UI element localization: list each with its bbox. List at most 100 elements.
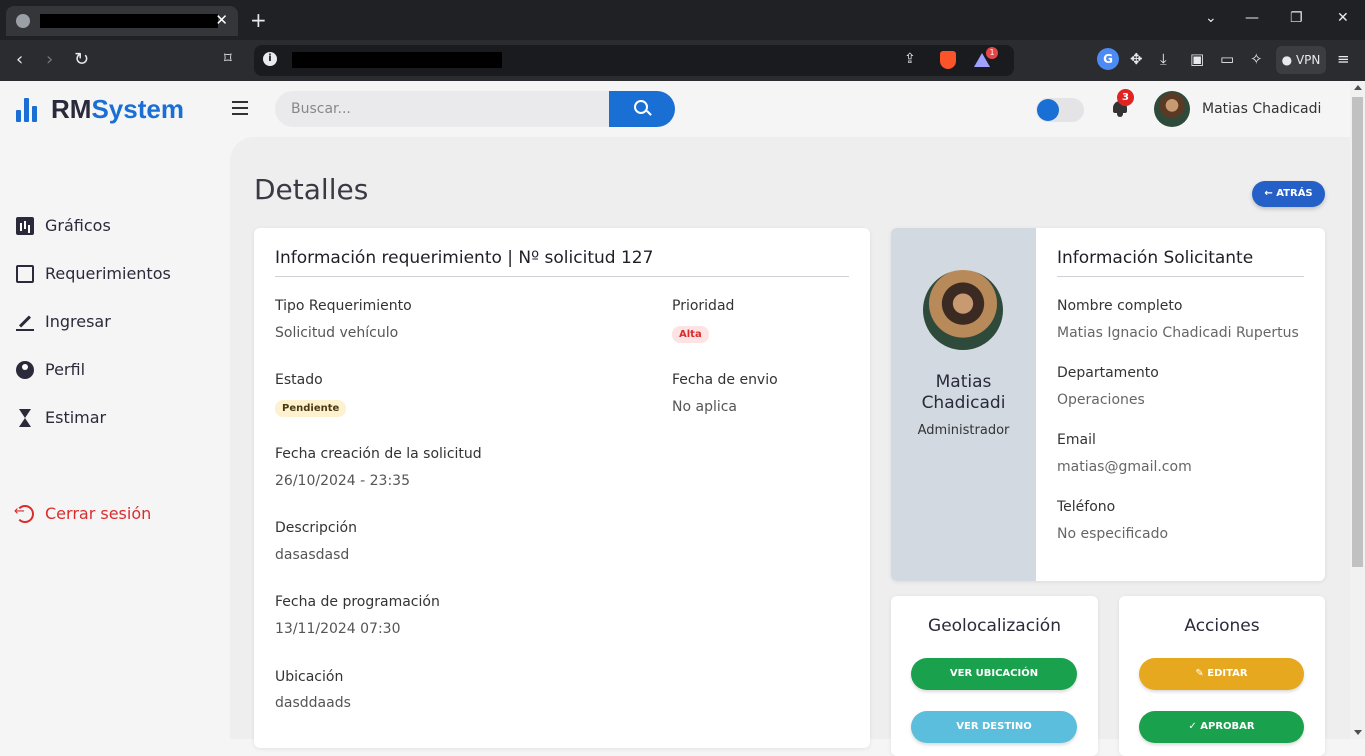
- rewards-badge: 1: [986, 47, 998, 59]
- creacion-label: Fecha creación de la solicitud: [275, 446, 482, 462]
- requester-profile-panel: Matias Chadicadi Administrador: [891, 228, 1036, 581]
- window-close-icon[interactable]: ✕: [1337, 10, 1349, 26]
- logout-icon: [14, 504, 34, 523]
- browser-toolbar: ‹ › ↻ ⌑ i ⇪ 1 G ✥ ⤓ ▣ ▭ ✧ ● VPN ≡: [0, 40, 1365, 81]
- translate-icon[interactable]: G: [1097, 48, 1119, 70]
- scroll-down-icon[interactable]: [1354, 730, 1362, 735]
- programacion-value: 13/11/2024 07:30: [275, 621, 401, 637]
- sidebar-item-label: Gráficos: [45, 216, 111, 235]
- requester-role: Administrador: [917, 423, 1010, 438]
- bookmark-icon[interactable]: ⌑: [224, 49, 232, 67]
- app-logo[interactable]: RMSystem: [16, 96, 184, 122]
- descripcion-value: dasasdasd: [275, 547, 350, 563]
- tab-search-icon[interactable]: ⌄: [1205, 10, 1217, 26]
- scrollbar-thumb[interactable]: [1352, 97, 1363, 567]
- bar-chart-logo-icon: [16, 98, 37, 122]
- actions-card: Acciones ✎ EDITAR ✓ APROBAR: [1119, 596, 1325, 756]
- header-user-name[interactable]: Matias Chadicadi: [1202, 101, 1321, 117]
- ubicacion-value: dasddaads: [275, 695, 351, 711]
- share-icon[interactable]: ⇪: [904, 51, 916, 67]
- edit-icon: ✎: [1195, 668, 1208, 679]
- fullname-label: Nombre completo: [1057, 298, 1183, 314]
- approve-button[interactable]: ✓ APROBAR: [1139, 711, 1304, 743]
- requester-name: Matias Chadicadi: [891, 372, 1036, 414]
- extensions-icon[interactable]: ✥: [1130, 50, 1143, 68]
- back-icon[interactable]: ‹: [16, 49, 23, 70]
- dept-label: Departamento: [1057, 365, 1159, 381]
- vpn-button[interactable]: ● VPN: [1276, 46, 1326, 74]
- scroll-up-icon[interactable]: [1354, 85, 1362, 90]
- ubicacion-label: Ubicación: [275, 669, 344, 685]
- logout-label: Cerrar sesión: [45, 504, 152, 523]
- divider: [275, 276, 849, 277]
- menu-icon[interactable]: ≡: [1337, 50, 1350, 68]
- page-title: Detalles: [254, 173, 369, 206]
- reload-icon[interactable]: ↻: [74, 49, 89, 70]
- vpn-dot-icon: ●: [1281, 53, 1296, 67]
- email-value: matias@gmail.com: [1057, 459, 1192, 475]
- brand-name: RMSystem: [51, 94, 184, 124]
- vpn-label: VPN: [1295, 53, 1321, 67]
- actions-title: Acciones: [1184, 616, 1260, 636]
- requester-info-card: Matias Chadicadi Administrador Informaci…: [891, 228, 1325, 581]
- tab-close-icon[interactable]: ✕: [215, 11, 228, 29]
- minimize-icon[interactable]: —: [1245, 10, 1259, 26]
- search-bar: Buscar...: [275, 91, 675, 127]
- user-circle-icon: [16, 360, 34, 379]
- priority-badge: Alta: [672, 326, 709, 343]
- programacion-label: Fecha de programación: [275, 594, 440, 610]
- sidebar-item-perfil[interactable]: Perfil: [16, 360, 85, 379]
- logout-button[interactable]: Cerrar sesión: [14, 504, 152, 524]
- descripcion-label: Descripción: [275, 520, 357, 536]
- sidebar-item-label: Requerimientos: [45, 264, 171, 283]
- sidebar-item-label: Ingresar: [45, 312, 111, 331]
- main-content: Detalles ← ATRÁS Información requerimien…: [230, 137, 1350, 756]
- hamburger-menu-icon[interactable]: [232, 101, 248, 115]
- tipo-label: Tipo Requerimiento: [275, 298, 412, 314]
- search-button[interactable]: [609, 91, 675, 127]
- wallet-icon[interactable]: ▭: [1220, 50, 1234, 68]
- edit-label: EDITAR: [1207, 668, 1248, 679]
- page-scrollbar[interactable]: [1350, 81, 1365, 739]
- theme-toggle[interactable]: [1036, 98, 1084, 122]
- status-badge: Pendiente: [275, 400, 347, 417]
- fullname-value: Matias Ignacio Chadicadi Rupertus: [1057, 325, 1299, 341]
- info-icon[interactable]: i: [263, 52, 277, 66]
- estado-label: Estado: [275, 372, 323, 388]
- restore-icon[interactable]: ❐: [1290, 10, 1303, 26]
- sidebar-item-ingresar[interactable]: Ingresar: [16, 312, 111, 331]
- envio-label: Fecha de envio: [672, 372, 778, 388]
- sidebar-icon[interactable]: ▣: [1190, 50, 1204, 68]
- creacion-value: 26/10/2024 - 23:35: [275, 473, 410, 489]
- download-icon[interactable]: ⤓: [1160, 50, 1167, 68]
- geolocation-title: Geolocalización: [928, 616, 1061, 636]
- search-input[interactable]: Buscar...: [291, 101, 351, 117]
- check-icon: ✓: [1188, 721, 1201, 732]
- edit-button[interactable]: ✎ EDITAR: [1139, 658, 1304, 690]
- sidebar-item-graficos[interactable]: Gráficos: [16, 216, 111, 235]
- view-location-button[interactable]: VER UBICACIÓN: [911, 658, 1077, 690]
- prioridad-label: Prioridad: [672, 298, 735, 314]
- globe-icon: [16, 14, 30, 28]
- sidebar-item-label: Perfil: [45, 360, 86, 379]
- browser-tab-bar: ✕ + ⌄ — ❐ ✕: [0, 0, 1365, 40]
- tipo-value: Solicitud vehículo: [275, 325, 399, 341]
- approve-label: APROBAR: [1200, 721, 1255, 732]
- divider: [1057, 276, 1304, 277]
- new-tab-icon[interactable]: +: [250, 8, 267, 32]
- brave-shield-icon[interactable]: [940, 51, 956, 69]
- requester-first-name: Matias: [935, 372, 992, 392]
- view-destination-button[interactable]: VER DESTINO: [911, 711, 1077, 743]
- envio-value: No aplica: [672, 399, 738, 415]
- geolocation-card: Geolocalización VER UBICACIÓN VER DESTIN…: [891, 596, 1098, 756]
- browser-tab[interactable]: ✕: [6, 6, 238, 36]
- sidebar-item-requerimientos[interactable]: Requerimientos: [16, 264, 171, 283]
- leo-icon[interactable]: ✧: [1250, 50, 1263, 68]
- requester-card-title: Información Solicitante: [1057, 248, 1254, 268]
- sidebar-item-estimar[interactable]: Estimar: [16, 408, 106, 427]
- phone-value: No especificado: [1057, 526, 1169, 542]
- forward-icon[interactable]: ›: [46, 49, 53, 70]
- back-button[interactable]: ← ATRÁS: [1252, 181, 1325, 207]
- avatar[interactable]: [1154, 91, 1190, 127]
- address-bar[interactable]: i ⇪ 1: [254, 45, 1014, 76]
